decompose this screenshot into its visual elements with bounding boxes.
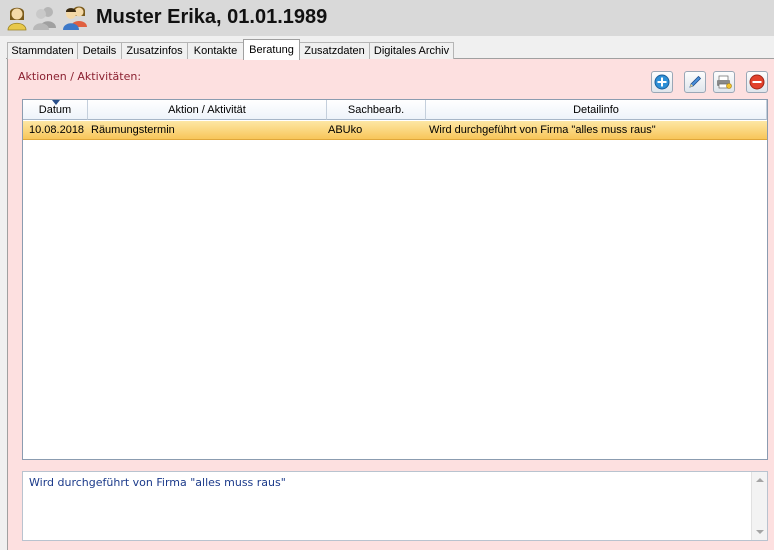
scroll-down-icon[interactable] [756, 530, 764, 534]
detail-text: Wird durchgeführt von Firma "alles muss … [29, 476, 286, 489]
sort-descending-icon [52, 100, 60, 105]
window-header: Muster Erika, 01.01.1989 [0, 0, 774, 36]
tab-zusatzinfos[interactable]: Zusatzinfos [121, 42, 188, 59]
add-button[interactable] [651, 71, 673, 93]
persons-color-icon[interactable] [61, 3, 89, 31]
tab-details[interactable]: Details [77, 42, 122, 59]
cell-datum: 10.08.2018 [29, 124, 85, 136]
edit-button[interactable] [684, 71, 706, 93]
add-icon [654, 74, 670, 90]
column-header-detailinfo[interactable]: Detailinfo [426, 100, 767, 120]
column-header-sachbearb[interactable]: Sachbearb. [327, 100, 426, 120]
tab-beratung[interactable]: Beratung [243, 39, 300, 60]
persons-gray-icon[interactable] [31, 3, 59, 31]
cell-aktion: Räumungstermin [91, 124, 175, 136]
tab-kontakte[interactable]: Kontakte [187, 42, 244, 59]
actions-table[interactable] [22, 99, 768, 460]
cell-detailinfo: Wird durchgeführt von Firma "alles muss … [429, 124, 656, 136]
column-header-aktion[interactable]: Aktion / Aktivität [88, 100, 327, 120]
cell-sachbearb: ABUko [328, 124, 363, 136]
print-button[interactable] [713, 71, 735, 93]
tab-zusatzdaten[interactable]: Zusatzdaten [299, 42, 370, 59]
scroll-up-icon[interactable] [756, 478, 764, 482]
delete-icon [749, 74, 765, 90]
print-icon [717, 75, 732, 89]
page-title: Muster Erika, 01.01.1989 [96, 6, 328, 28]
delete-button[interactable] [746, 71, 768, 93]
section-label: Aktionen / Aktivitäten: [18, 70, 142, 83]
edit-icon [689, 75, 702, 88]
person-female-icon[interactable] [5, 3, 29, 31]
tab-digitales-archiv[interactable]: Digitales Archiv [369, 42, 454, 59]
tab-stammdaten[interactable]: Stammdaten [7, 42, 78, 59]
detail-scrollbar[interactable] [751, 472, 767, 540]
